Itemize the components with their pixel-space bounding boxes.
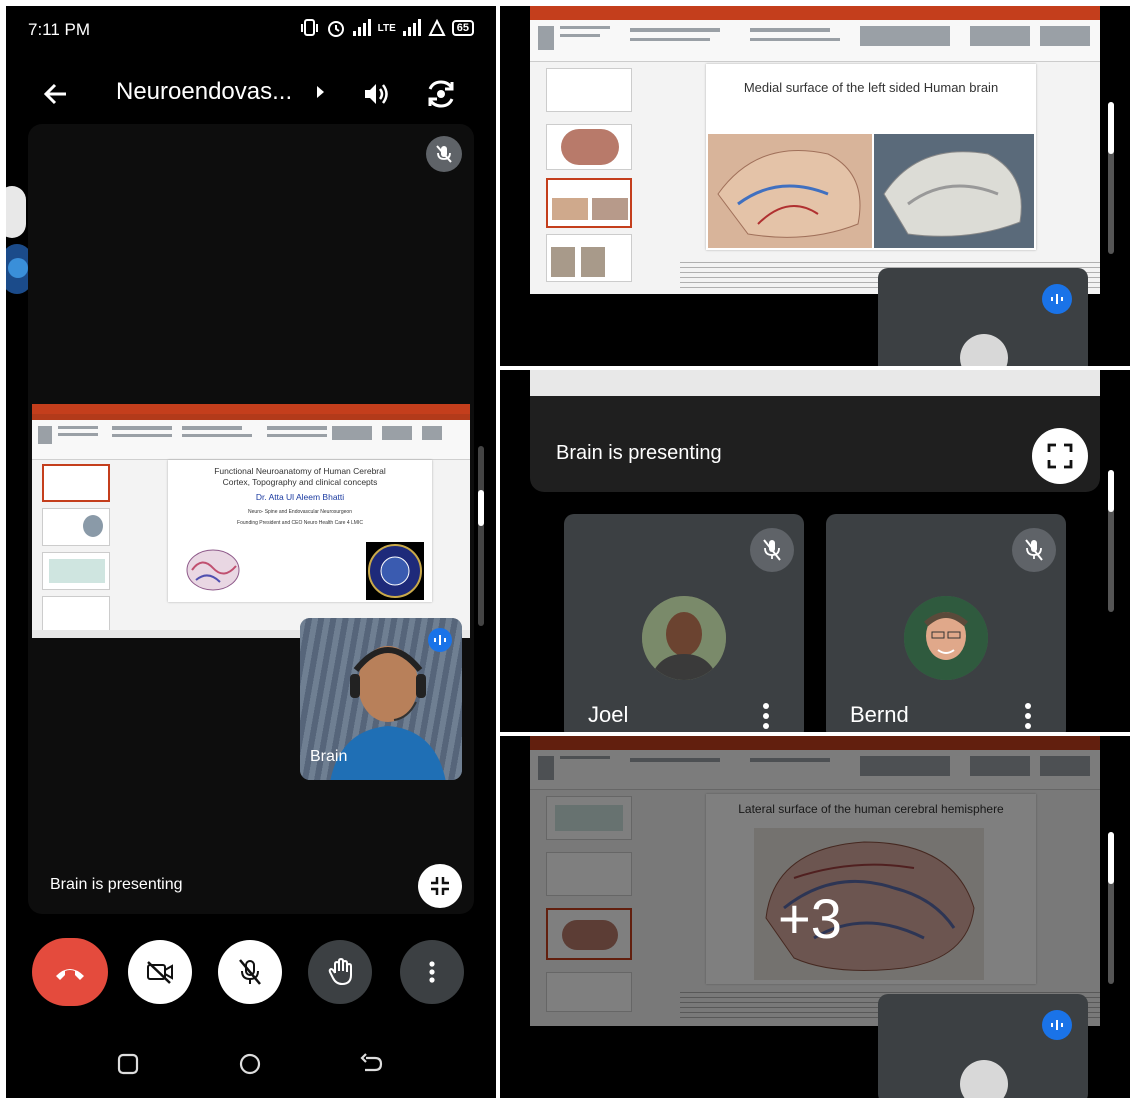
camera-off-icon — [147, 961, 173, 984]
avatar — [960, 334, 1008, 366]
more-options-button[interactable] — [400, 940, 464, 1004]
participant-tile-bernd[interactable]: Bernd — [826, 514, 1066, 732]
grid-presenting-label: Brain is presenting — [556, 442, 722, 464]
slide-thumbnail[interactable] — [42, 552, 110, 590]
pip-participant-name: Brain — [310, 748, 348, 765]
muted-icon — [1012, 528, 1056, 572]
right-panel-medial: Medial surface of the left sided Human b… — [500, 6, 1130, 366]
end-call-button[interactable] — [32, 938, 108, 1006]
raise-hand-button[interactable] — [308, 940, 372, 1004]
participant-tile-joel[interactable]: Joel — [564, 514, 804, 732]
main-stage: Functional Neuroanatomy of Human Cerebra… — [28, 124, 474, 914]
more-participants-count[interactable]: +3 — [778, 886, 842, 951]
exit-fullscreen-button[interactable] — [418, 864, 462, 908]
status-time: 7:11 PM — [28, 20, 91, 39]
speaking-indicator-icon — [1042, 284, 1072, 314]
battery-indicator: 65 — [451, 20, 474, 36]
lte-label: LTE — [377, 22, 396, 34]
meeting-title[interactable]: Neuroendovas... — [116, 78, 292, 106]
chevron-right-icon[interactable] — [315, 82, 327, 102]
vibrate-icon — [300, 19, 318, 36]
recent-apps-icon[interactable] — [116, 1052, 140, 1076]
brain-medial-photo — [708, 134, 1034, 248]
scrollbar[interactable] — [1108, 102, 1114, 154]
fullscreen-icon — [1047, 443, 1073, 469]
slide-thumbnail[interactable] — [546, 124, 632, 170]
avatar — [904, 596, 988, 680]
mic-off-icon — [239, 959, 261, 985]
more-vertical-icon[interactable] — [762, 702, 770, 730]
avatar — [642, 596, 726, 680]
exit-fullscreen-icon — [431, 877, 449, 895]
hand-icon — [328, 958, 352, 986]
organization-seal-icon — [366, 542, 424, 600]
slide-medial-title: Medial surface of the left sided Human b… — [743, 80, 999, 95]
current-slide: Functional Neuroanatomy of Human Cerebra… — [168, 460, 432, 602]
avatar — [960, 1060, 1008, 1098]
speaking-indicator-icon — [428, 628, 452, 652]
participant-tile-overlay[interactable] — [878, 994, 1088, 1098]
notification-icon — [428, 19, 446, 36]
ppt-ribbon — [32, 420, 470, 460]
switch-camera-icon[interactable] — [425, 78, 457, 110]
back-nav-icon[interactable] — [360, 1052, 384, 1076]
shared-screen-medial: Medial surface of the left sided Human b… — [530, 6, 1100, 294]
back-arrow-icon[interactable] — [42, 80, 70, 108]
slide-thumbnail[interactable] — [42, 596, 110, 632]
slide-thumbnail[interactable] — [546, 68, 632, 112]
slide-line3: Neuro- Spine and Endovascular Neurosurge… — [248, 509, 352, 515]
status-bar: 7:11 PM LTE 65 — [28, 18, 474, 42]
right-panel-grid: Brain is presenting Joel Bernd — [500, 370, 1130, 732]
scrollbar[interactable] — [1108, 470, 1114, 512]
shared-screen: Functional Neuroanatomy of Human Cerebra… — [32, 404, 470, 638]
more-vertical-icon[interactable] — [1024, 702, 1032, 730]
slide-thumbnail[interactable] — [42, 508, 110, 546]
signal-icon-2 — [402, 19, 421, 36]
more-vertical-icon — [429, 961, 435, 983]
home-icon[interactable] — [238, 1052, 262, 1076]
slide-title-line1: Functional Neuroanatomy of Human Cerebra… — [214, 466, 386, 476]
camera-toggle-button[interactable] — [128, 940, 192, 1004]
speaking-indicator-icon — [1042, 1010, 1072, 1040]
brain-illustration — [186, 549, 240, 591]
microphone-toggle-button[interactable] — [218, 940, 282, 1004]
scrollbar[interactable] — [478, 490, 484, 526]
muted-icon — [750, 528, 794, 572]
presenting-label: Brain is presenting — [50, 876, 183, 893]
participant-tile-overlay[interactable] — [878, 268, 1088, 366]
right-panel-lateral: Lateral surface of the human cerebral he… — [500, 736, 1130, 1098]
speaker-icon[interactable] — [361, 79, 391, 109]
current-slide-medial: Medial surface of the left sided Human b… — [706, 64, 1036, 250]
call-top-bar: Neuroendovas... — [6, 66, 496, 122]
edge-panel-handle[interactable] — [6, 186, 26, 238]
slide-thumbnail[interactable] — [42, 464, 110, 502]
stage-muted-icon — [426, 136, 462, 172]
fullscreen-button[interactable] — [1032, 428, 1088, 484]
participant-name: Bernd — [850, 702, 909, 727]
hang-up-icon — [56, 969, 84, 980]
participant-name: Joel — [588, 702, 629, 727]
presenting-banner: Brain is presenting — [530, 370, 1100, 492]
alarm-icon — [327, 21, 344, 37]
scrollbar[interactable] — [1108, 832, 1114, 884]
slide-line4: Founding President and CEO Neuro Health … — [237, 520, 363, 526]
signal-icon — [352, 19, 371, 36]
left-phone-screen: 7:11 PM LTE 65 Neuroendovas... Functiona… — [6, 6, 496, 1098]
slide-author: Dr. Atta Ul Aleem Bhatti — [255, 492, 345, 502]
slide-thumbnail[interactable] — [546, 234, 632, 282]
slide-thumbnail[interactable] — [546, 178, 632, 228]
self-view-tile[interactable]: Brain — [300, 618, 462, 780]
slide-title-line2: Cortex, Topography and clinical concepts — [222, 477, 378, 487]
